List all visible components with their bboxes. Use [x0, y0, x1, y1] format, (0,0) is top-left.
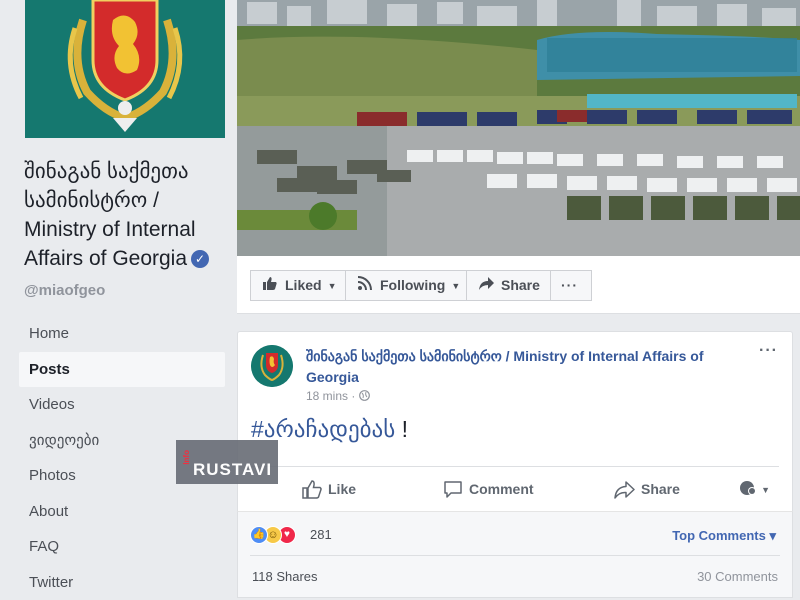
share-arrow-outline-icon — [614, 481, 635, 499]
ministry-emblem-icon — [25, 0, 225, 138]
share-page-button[interactable]: Share — [466, 270, 551, 301]
share-post-label: Share — [641, 481, 680, 497]
comment-button[interactable]: Comment — [443, 478, 534, 500]
rss-icon — [358, 271, 374, 300]
share-post-button[interactable]: Share — [614, 478, 680, 500]
post-text-suffix: ! — [402, 416, 408, 442]
post-hashtag[interactable]: #არაჩადებას — [251, 416, 395, 442]
left-column: შინაგან საქმეთა სამინისტრო / Ministry of… — [0, 0, 237, 598]
following-button[interactable]: Following ▼ — [345, 270, 467, 301]
post-timestamp[interactable]: 18 mins — [306, 389, 348, 403]
watermark-small-text: Info — [182, 450, 191, 465]
shares-count[interactable]: 118 Shares — [252, 569, 318, 584]
meta-separator: · — [351, 389, 355, 403]
post-text: #არაჩადებას ! — [251, 416, 408, 443]
rustavi-watermark-logo: Info RUSTAVI — [176, 440, 278, 484]
page-handle[interactable]: @miaofgeo — [24, 282, 105, 299]
share-label: Share — [501, 277, 540, 293]
like-button[interactable]: Like — [302, 478, 356, 500]
nav-item-home[interactable]: Home — [19, 316, 225, 352]
thumbs-up-outline-icon — [302, 480, 322, 499]
watermark-brand-text: RUSTAVI — [193, 460, 272, 480]
divider — [250, 555, 780, 556]
nav-item-about[interactable]: About — [19, 494, 225, 530]
more-options-button[interactable]: ··· — [550, 270, 592, 301]
nav-item-videos[interactable]: Videos — [19, 387, 225, 423]
following-label: Following — [380, 277, 445, 293]
liked-label: Liked — [285, 277, 322, 293]
page-title[interactable]: შინაგან საქმეთა სამინისტრო / Ministry of… — [24, 157, 234, 273]
page-title-line: Affairs of Georgia — [24, 247, 187, 270]
caret-down-icon: ▼ — [328, 281, 337, 291]
thumbs-up-icon — [263, 271, 279, 300]
reactions-section: 👍 ☺ ♥ 281 Top Comments ▾ 118 Shares 30 C… — [237, 511, 793, 598]
page-title-line: სამინისტრო / — [24, 189, 159, 212]
caret-down-icon: ▼ — [761, 485, 770, 495]
reaction-count[interactable]: 281 — [310, 527, 332, 542]
top-comments-selector[interactable]: Top Comments ▾ — [672, 528, 776, 544]
post-options-button[interactable]: ··· — [759, 342, 778, 360]
globe-icon — [359, 389, 370, 403]
audience-selector[interactable]: ▼ — [739, 480, 770, 496]
divider — [251, 466, 779, 467]
comment-label: Comment — [469, 481, 534, 497]
verified-check-icon: ✓ — [191, 250, 209, 268]
profile-picture[interactable] — [25, 0, 225, 138]
nav-item-faq[interactable]: FAQ — [19, 529, 225, 565]
like-reaction-icon: 👍 — [250, 526, 268, 544]
page-title-line: შინაგან საქმეთა — [24, 160, 189, 183]
globe-audience-icon — [739, 481, 761, 496]
cover-photo-image — [237, 0, 800, 256]
page-title-line: Ministry of Internal — [24, 218, 196, 241]
caret-down-icon: ▼ — [451, 281, 460, 291]
like-label: Like — [328, 481, 356, 497]
ministry-emblem-icon — [251, 345, 293, 387]
cover-photo[interactable] — [237, 0, 800, 256]
nav-item-twitter[interactable]: Twitter — [19, 565, 225, 600]
post-author-avatar[interactable] — [251, 345, 293, 387]
liked-button[interactable]: Liked ▼ — [250, 270, 346, 301]
nav-item-posts[interactable]: Posts — [19, 352, 225, 388]
post-card: შინაგან საქმეთა სამინისტრო / Ministry of… — [237, 331, 793, 511]
comment-bubble-icon — [443, 480, 463, 499]
comments-count[interactable]: 30 Comments — [697, 569, 778, 584]
post-author-name[interactable]: შინაგან საქმეთა სამინისტრო / Ministry of… — [306, 346, 756, 388]
post-meta: 18 mins · — [306, 389, 370, 403]
share-arrow-icon — [479, 271, 495, 300]
page-action-bar: Liked ▼ Following ▼ Share ··· — [237, 256, 800, 314]
